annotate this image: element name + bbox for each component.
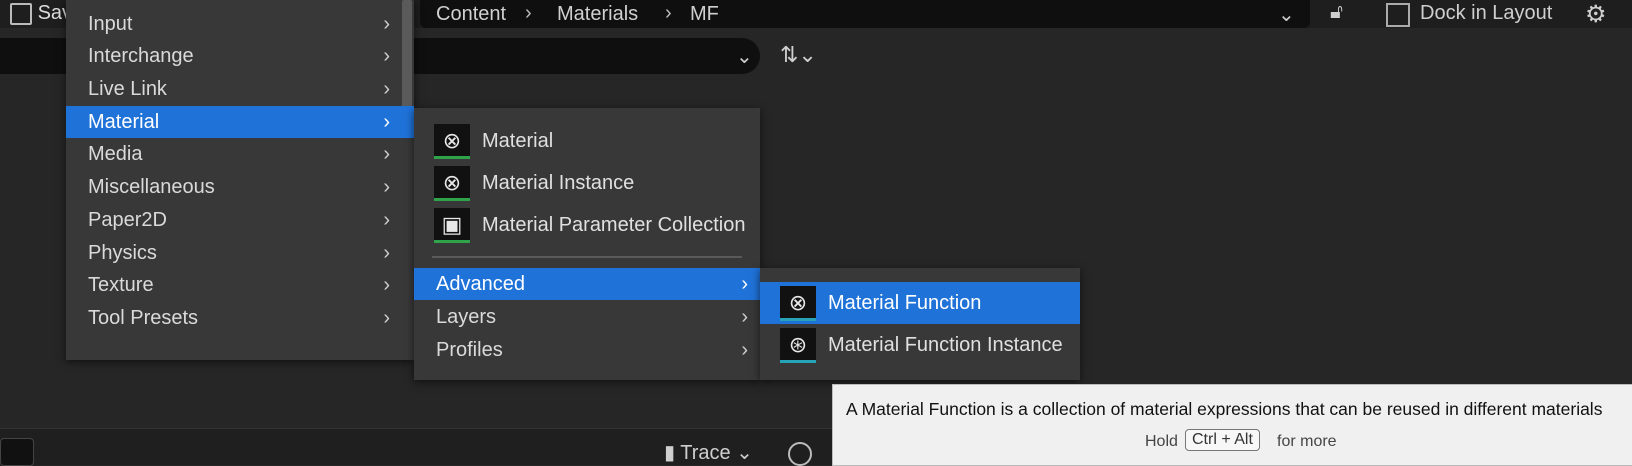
menu-item-material[interactable]: Material › xyxy=(66,106,414,138)
breadcrumb-separator-icon: › xyxy=(665,2,672,24)
chevron-right-icon: › xyxy=(383,176,390,198)
path-bar[interactable] xyxy=(420,0,1310,28)
material-instance-icon: ⊗ xyxy=(434,166,470,201)
advanced-submenu: ⊗ Material Function ⊛ Material Function … xyxy=(760,268,1080,380)
material-submenu: ⊗ Material ⊗ Material Instance ▣ Materia… xyxy=(414,108,760,380)
trace-button[interactable]: ▮ Trace ⌄ xyxy=(664,440,753,465)
menu-item-profiles[interactable]: Profiles › xyxy=(414,334,760,366)
chevron-right-icon: › xyxy=(383,111,390,133)
chevron-right-icon: › xyxy=(383,143,390,165)
tooltip: A Material Function is a collection of m… xyxy=(832,384,1632,466)
breadcrumb-separator-icon: › xyxy=(525,2,532,24)
create-asset-menu: Input › Interchange › Live Link › Material ›… xyxy=(66,0,414,360)
breadcrumb-mf[interactable]: MF xyxy=(690,3,719,26)
menu-item-texture[interactable]: Texture › xyxy=(66,269,402,301)
trace-label: Trace xyxy=(680,442,731,464)
material-function-icon: ⊗ xyxy=(780,286,816,321)
chevron-down-icon[interactable]: ⌄ xyxy=(1278,2,1295,27)
chevron-right-icon: › xyxy=(383,209,390,231)
trace-icon: ▮ xyxy=(664,442,676,464)
tooltip-text: A Material Function is a collection of m… xyxy=(846,399,1603,419)
menu-item-material-parameter-collection[interactable]: ▣ Material Parameter Collection xyxy=(414,204,760,246)
tooltip-more: for more xyxy=(1277,433,1337,450)
chevron-down-icon: ⌄ xyxy=(736,442,753,464)
save-button[interactable]: Sav xyxy=(10,2,72,25)
lock-icon[interactable]: 🔓︎ xyxy=(1330,1,1343,24)
layout-icon[interactable] xyxy=(1386,3,1410,27)
parameter-collection-icon: ▣ xyxy=(434,208,470,243)
tooltip-hold: Hold xyxy=(1145,433,1178,450)
sort-icon[interactable]: ⇅⌄ xyxy=(780,42,817,68)
chevron-right-icon: › xyxy=(741,273,748,295)
gear-icon[interactable]: ⚙ xyxy=(1585,0,1607,29)
chevron-right-icon: › xyxy=(383,45,390,67)
chevron-right-icon: › xyxy=(383,274,390,296)
menu-item-interchange[interactable]: Interchange › xyxy=(66,40,402,72)
menu-item-miscellaneous[interactable]: Miscellaneous › xyxy=(66,171,402,203)
material-function-instance-icon: ⊛ xyxy=(780,328,816,363)
menu-item-material-function-instance[interactable]: ⊛ Material Function Instance xyxy=(760,324,1080,366)
breadcrumb-content[interactable]: Content xyxy=(436,3,506,26)
chevron-down-icon[interactable]: ⌄ xyxy=(736,44,753,69)
menu-item-advanced[interactable]: Advanced › xyxy=(414,268,760,300)
material-icon: ⊗ xyxy=(434,124,470,159)
chevron-right-icon: › xyxy=(741,306,748,328)
chevron-right-icon: › xyxy=(383,242,390,264)
scrollbar[interactable] xyxy=(402,0,412,110)
bottom-tab[interactable] xyxy=(0,438,34,466)
floppy-disk-icon xyxy=(10,2,32,25)
menu-item-material-function[interactable]: ⊗ Material Function xyxy=(760,282,1080,324)
menu-item-input[interactable]: Input › xyxy=(66,8,402,40)
dock-in-layout-button[interactable]: Dock in Layout xyxy=(1420,2,1552,25)
chevron-right-icon: › xyxy=(383,13,390,35)
menu-item-layers[interactable]: Layers › xyxy=(414,301,760,333)
record-icon[interactable] xyxy=(788,442,812,466)
menu-item-material-asset[interactable]: ⊗ Material xyxy=(414,120,760,162)
menu-item-material-instance[interactable]: ⊗ Material Instance xyxy=(414,162,760,204)
menu-item-paper2d[interactable]: Paper2D › xyxy=(66,204,402,236)
menu-item-live-link[interactable]: Live Link › xyxy=(66,73,402,105)
menu-item-media[interactable]: Media › xyxy=(66,138,402,170)
breadcrumb-materials[interactable]: Materials xyxy=(557,3,638,26)
menu-divider xyxy=(432,256,742,258)
chevron-right-icon: › xyxy=(383,78,390,100)
menu-item-tool-presets[interactable]: Tool Presets › xyxy=(66,302,402,334)
keyboard-shortcut: Ctrl + Alt xyxy=(1185,429,1260,451)
menu-item-physics[interactable]: Physics › xyxy=(66,237,402,269)
chevron-right-icon: › xyxy=(741,339,748,361)
chevron-right-icon: › xyxy=(383,307,390,329)
